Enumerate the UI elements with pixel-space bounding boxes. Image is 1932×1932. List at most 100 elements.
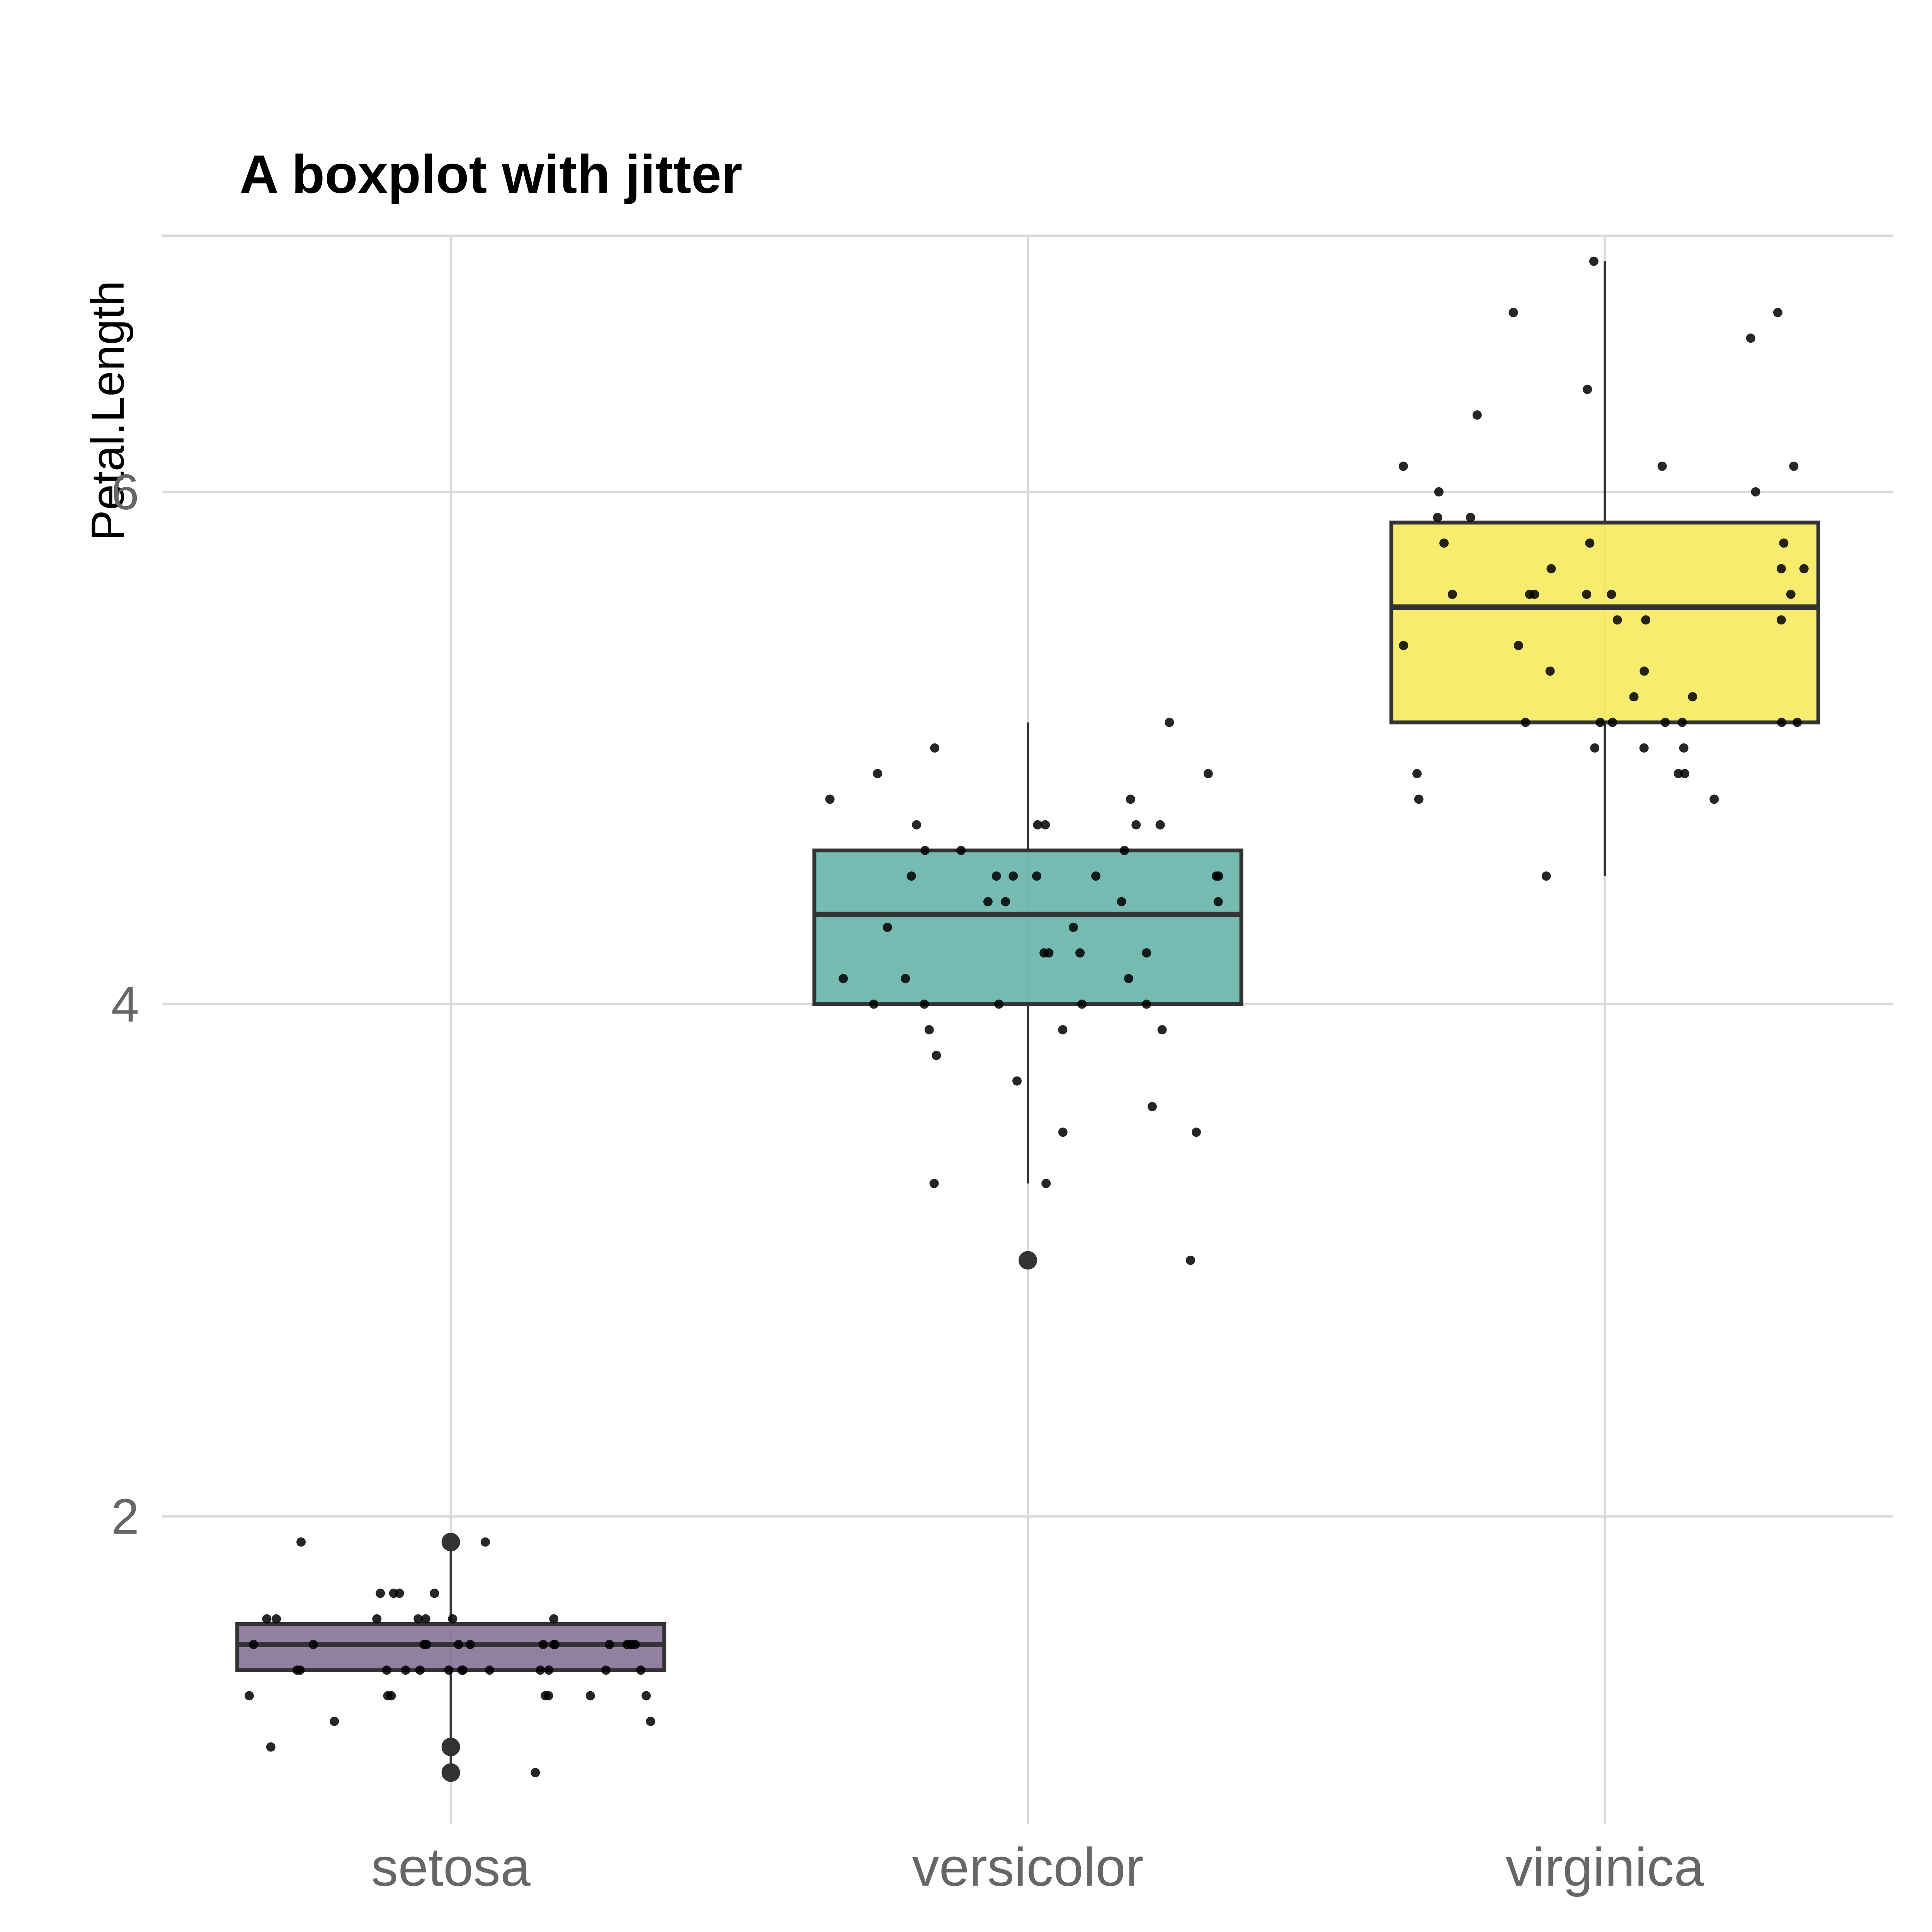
- jitter-point: [1412, 769, 1422, 778]
- jitter-point: [266, 1742, 276, 1752]
- jitter-point: [601, 1665, 611, 1675]
- jitter-point: [1041, 820, 1050, 830]
- outlier-point: [442, 1738, 460, 1756]
- jitter-point: [1126, 794, 1135, 804]
- jitter-point: [1639, 667, 1649, 676]
- jitter-point: [641, 1691, 651, 1701]
- jitter-point: [415, 1665, 425, 1675]
- jitter-point: [1582, 590, 1591, 599]
- jitter-point: [1583, 385, 1592, 394]
- jitter-point: [994, 1000, 1003, 1009]
- jitter-point: [1509, 308, 1518, 317]
- jitter-point: [1608, 718, 1617, 727]
- jitter-point: [1679, 743, 1689, 753]
- jitter-point: [1399, 462, 1408, 471]
- jitter-point: [550, 1640, 560, 1649]
- jitter-point: [1120, 846, 1129, 855]
- jitter-point: [1142, 1000, 1151, 1009]
- jitter-point: [1148, 1102, 1157, 1111]
- box-versicolor: [814, 850, 1241, 1004]
- jitter-point: [636, 1665, 645, 1675]
- jitter-point: [1165, 718, 1174, 727]
- jitter-point: [1658, 462, 1667, 471]
- jitter-point: [485, 1665, 494, 1675]
- jitter-point: [956, 846, 966, 855]
- jitter-point: [1613, 615, 1622, 624]
- outlier-point: [442, 1533, 460, 1551]
- jitter-point: [1589, 257, 1599, 266]
- x-tick-label: setosa: [371, 1837, 531, 1897]
- jitter-point: [1124, 974, 1133, 983]
- jitter-point: [1142, 948, 1151, 957]
- jitter-point: [586, 1691, 595, 1701]
- jitter-point: [646, 1717, 655, 1726]
- jitter-point: [1779, 538, 1788, 548]
- y-tick-label: 4: [111, 976, 139, 1032]
- jitter-point: [1439, 538, 1449, 548]
- jitter-point: [1688, 692, 1697, 701]
- jitter-point: [1058, 1025, 1067, 1034]
- jitter-point: [1466, 513, 1475, 522]
- jitter-point: [1521, 718, 1530, 727]
- jitter-point: [249, 1640, 258, 1649]
- boxplot-svg: 246setosaversicolorvirginica: [0, 0, 1932, 1932]
- jitter-point: [1777, 615, 1786, 624]
- jitter-point: [421, 1614, 430, 1624]
- jitter-point: [383, 1691, 393, 1701]
- jitter-point: [1585, 538, 1594, 548]
- jitter-point: [1590, 743, 1599, 753]
- jitter-point: [1001, 897, 1010, 906]
- jitter-point: [1639, 743, 1649, 753]
- jitter-point: [1546, 667, 1555, 676]
- jitter-point: [1414, 794, 1423, 804]
- jitter-point: [1680, 769, 1689, 778]
- jitter-point: [1156, 820, 1165, 830]
- jitter-point: [245, 1691, 254, 1701]
- jitter-point: [1607, 590, 1616, 599]
- jitter-point: [448, 1614, 457, 1624]
- jitter-point: [873, 769, 882, 778]
- jitter-point: [1009, 871, 1018, 881]
- jitter-point: [869, 1000, 878, 1009]
- jitter-point: [1773, 308, 1782, 317]
- jitter-point: [430, 1588, 439, 1598]
- jitter-point: [1069, 923, 1078, 932]
- jitter-point: [1117, 897, 1126, 906]
- jitter-point: [1434, 487, 1444, 497]
- outlier-point: [442, 1763, 460, 1782]
- jitter-point: [549, 1614, 558, 1624]
- jitter-point: [1525, 590, 1534, 599]
- chart-container: A boxplot with jitter Petal.Length 246se…: [0, 0, 1932, 1932]
- jitter-point: [983, 897, 993, 906]
- jitter-point: [1075, 948, 1085, 957]
- jitter-point: [992, 871, 1001, 881]
- y-tick-label: 2: [111, 1488, 139, 1545]
- jitter-point: [1514, 641, 1523, 650]
- jitter-point: [376, 1588, 385, 1598]
- jitter-point: [1789, 462, 1798, 471]
- jitter-point: [627, 1640, 636, 1649]
- jitter-point: [1751, 487, 1760, 497]
- jitter-point: [293, 1665, 302, 1675]
- jitter-point: [1032, 871, 1041, 881]
- jitter-point: [541, 1691, 550, 1701]
- jitter-point: [1192, 1128, 1201, 1137]
- jitter-point: [883, 923, 892, 932]
- jitter-point: [262, 1614, 271, 1624]
- jitter-point: [544, 1665, 553, 1675]
- x-tick-label: versicolor: [912, 1837, 1143, 1897]
- jitter-point: [1777, 564, 1786, 573]
- jitter-point: [1039, 948, 1049, 957]
- jitter-point: [1212, 871, 1221, 881]
- jitter-point: [372, 1614, 381, 1624]
- jitter-point: [1204, 769, 1213, 778]
- jitter-point: [272, 1614, 281, 1624]
- jitter-point: [401, 1665, 410, 1675]
- jitter-point: [1595, 718, 1605, 727]
- jitter-point: [1131, 820, 1141, 830]
- jitter-point: [330, 1717, 339, 1726]
- jitter-point: [1091, 871, 1100, 881]
- jitter-point: [1746, 333, 1755, 343]
- jitter-point: [925, 1025, 934, 1034]
- jitter-point: [912, 820, 921, 830]
